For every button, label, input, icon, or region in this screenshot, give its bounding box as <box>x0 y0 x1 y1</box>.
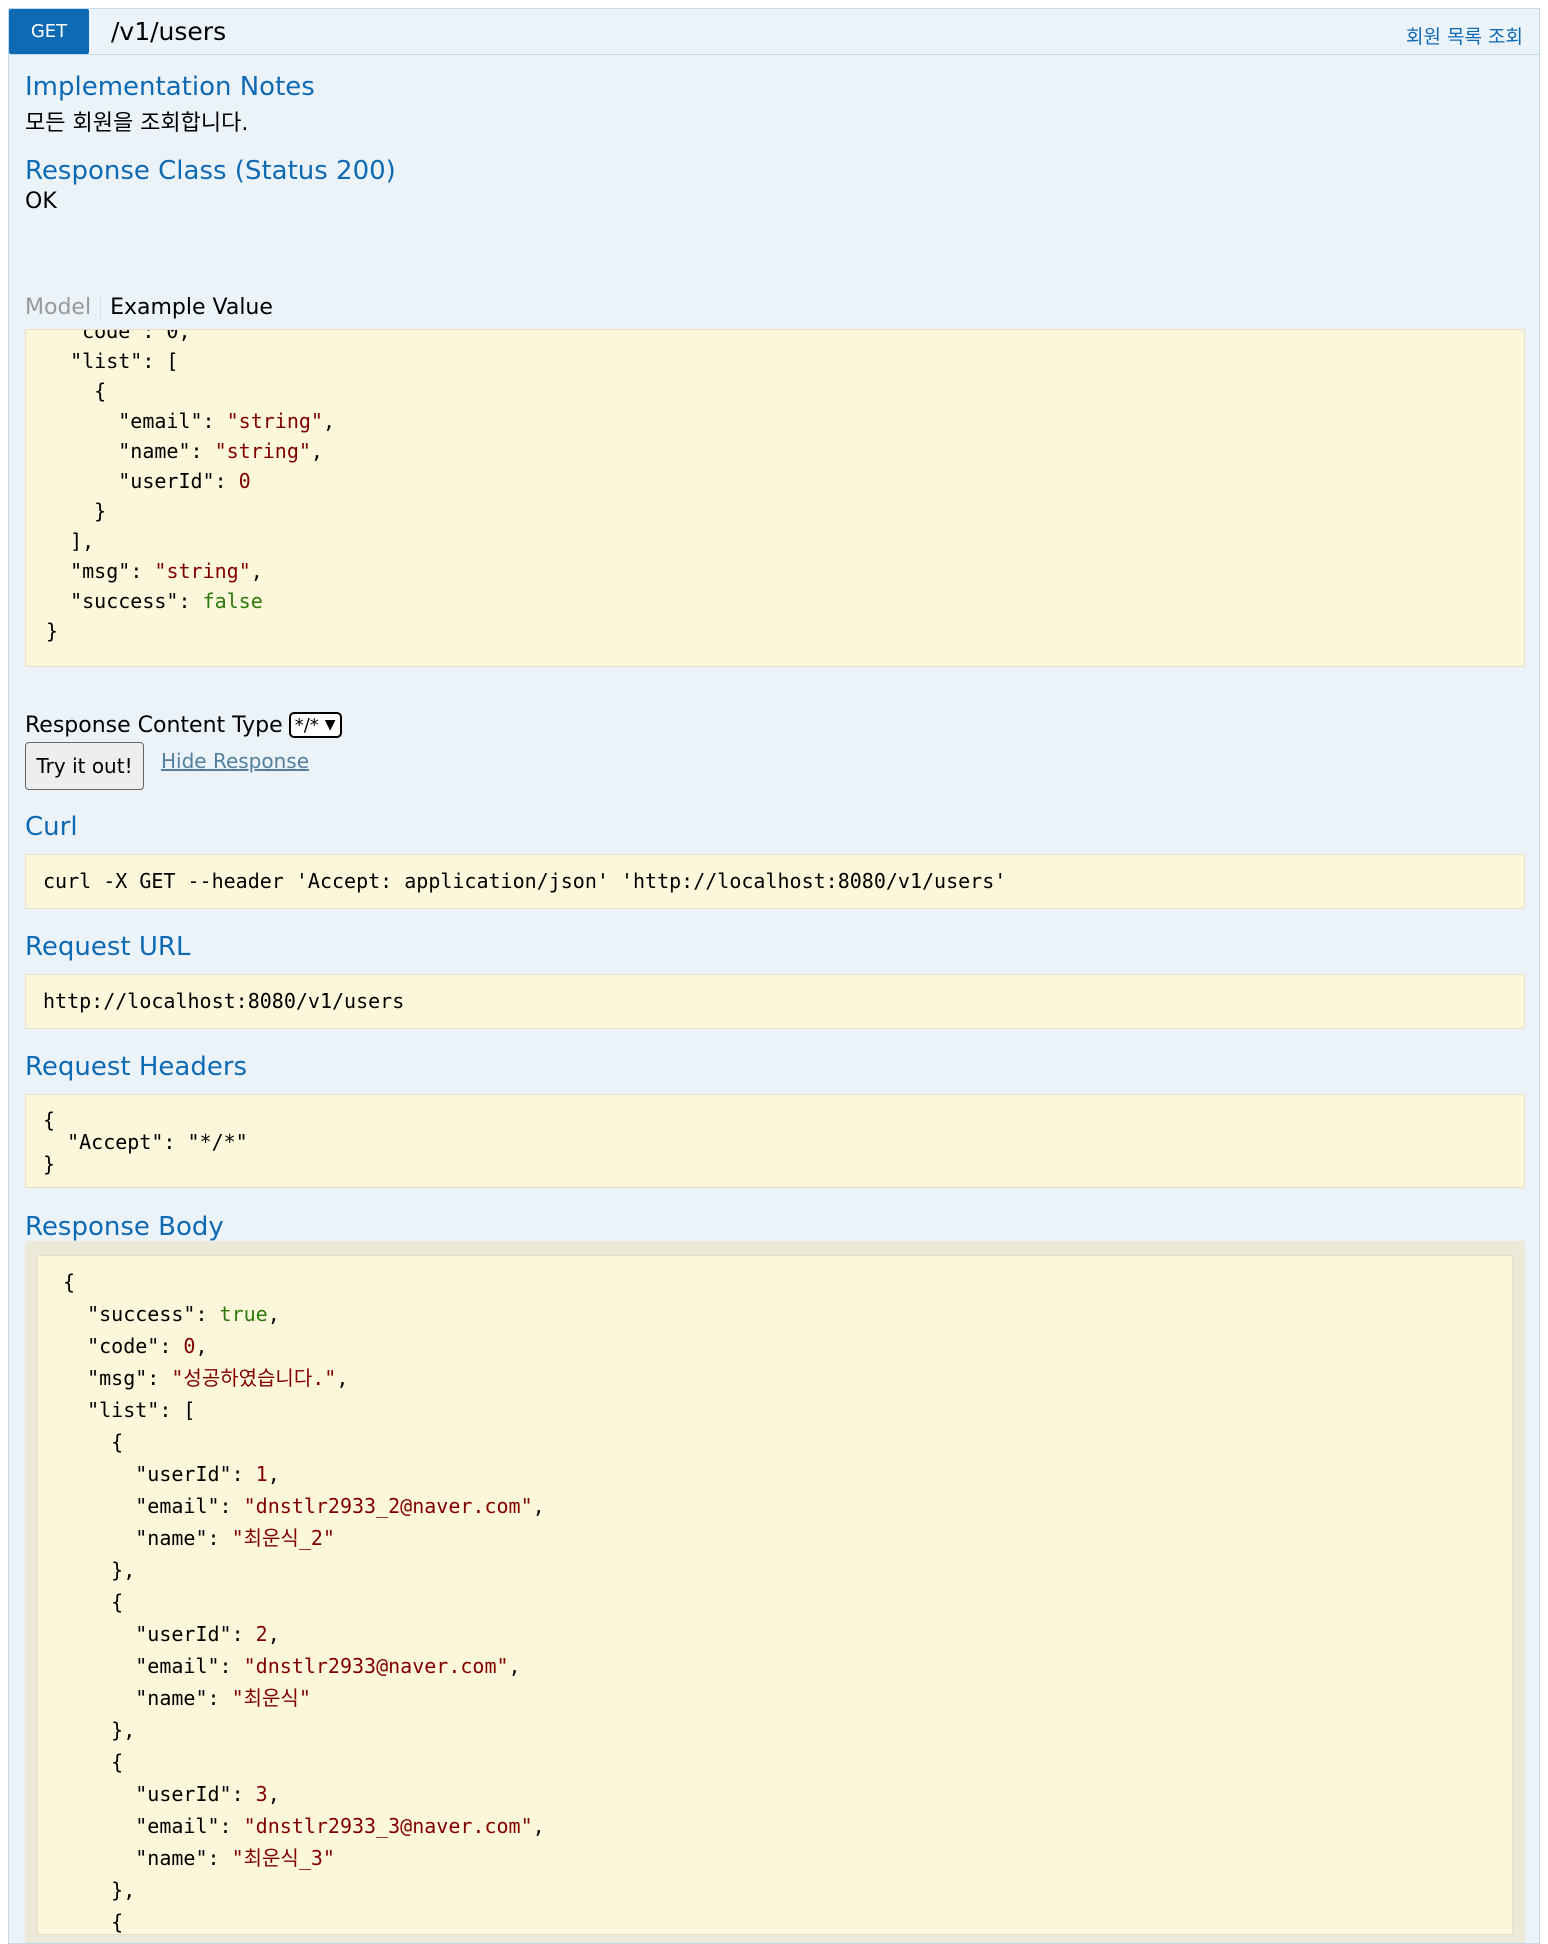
json-key: "userId" <box>118 469 215 493</box>
json-key: "msg" <box>70 559 131 583</box>
response-class-status: OK <box>25 189 57 214</box>
json-key: "success" <box>70 589 179 613</box>
request-headers-box: { "Accept": "*/*" } <box>25 1094 1525 1188</box>
response-content-type-select[interactable]: */* ▼ <box>288 712 342 738</box>
tab-example-value[interactable]: Example Value <box>101 295 273 320</box>
json-value: "string" <box>154 559 251 583</box>
json-value: 1 <box>255 1462 268 1486</box>
request-headers-code: { "Accept": "*/*" } <box>26 1095 1524 1175</box>
code-line: "list": [ <box>46 349 179 373</box>
json-value: "dnstlr2933@naver.com" <box>243 1654 509 1678</box>
implementation-notes-title: Implementation Notes <box>25 72 315 102</box>
example-value-code: "code": 0, "list": [ { "email": "string"… <box>26 329 1524 646</box>
json-value: "dnstlr2933_2@naver.com" <box>243 1494 533 1518</box>
json-value: "최운식_2" <box>231 1526 335 1550</box>
request-url-title: Request URL <box>25 932 191 962</box>
hide-response-link[interactable]: Hide Response <box>161 749 309 773</box>
operation-heading[interactable]: GET /v1/users 회원 목록 조회 <box>9 9 1539 55</box>
json-value: 2 <box>255 1622 268 1646</box>
response-body-title: Response Body <box>25 1212 224 1242</box>
request-url-box: http://localhost:8080/v1/users <box>25 974 1525 1029</box>
try-it-out-button[interactable]: Try it out! <box>25 742 144 790</box>
json-value: "성공하였습니다." <box>171 1366 337 1390</box>
code-line: } <box>43 1152 56 1176</box>
code-line: } <box>46 619 59 643</box>
code-line: ], <box>46 529 95 553</box>
json-value: 3 <box>255 1782 268 1806</box>
request-headers-title: Request Headers <box>25 1052 248 1082</box>
json-value: "최운식" <box>231 1686 311 1710</box>
response-class-title: Response Class (Status 200) <box>25 156 396 186</box>
example-value-box: "code": 0, "list": [ { "email": "string"… <box>25 329 1525 667</box>
json-value: "dnstlr2933_3@naver.com" <box>243 1814 533 1838</box>
curl-title: Curl <box>25 812 78 842</box>
json-value: true <box>219 1302 268 1326</box>
response-content-type: Response Content Type */* ▼ <box>25 712 342 738</box>
implementation-notes-text: 모든 회원을 조회합니다. <box>25 111 249 136</box>
endpoint-summary[interactable]: 회원 목록 조회 <box>1406 22 1523 49</box>
code-line: { <box>43 1108 56 1132</box>
json-value: 0 <box>183 1334 196 1358</box>
model-tabs: Model Example Value <box>25 287 273 327</box>
json-key: "email" <box>118 409 203 433</box>
json-value: "string" <box>226 409 323 433</box>
http-method-badge[interactable]: GET <box>9 9 89 54</box>
json-value: false <box>202 589 263 613</box>
response-content-type-label: Response Content Type <box>25 712 283 738</box>
json-key: "name" <box>118 439 191 463</box>
operation-panel: GET /v1/users 회원 목록 조회 Implementation No… <box>8 8 1540 1944</box>
chevron-down-icon: ▼ <box>324 717 336 733</box>
code-line: "code": 0, <box>46 329 191 343</box>
tab-model[interactable]: Model <box>25 294 102 320</box>
response-body-box: { "success": true, "code": 0, "msg": "성공… <box>37 1255 1513 1935</box>
request-url-value: http://localhost:8080/v1/users <box>43 989 405 1013</box>
curl-box: curl -X GET --header 'Accept: applicatio… <box>25 854 1525 909</box>
response-body-code: { "success": true, "code": 0, "msg": "성공… <box>63 1270 545 1934</box>
code-line: { <box>46 379 107 403</box>
json-value: 0 <box>238 469 251 493</box>
response-body-container[interactable]: { "success": true, "code": 0, "msg": "성공… <box>25 1241 1525 1943</box>
code-line: } <box>46 499 107 523</box>
json-value: "최운식_3" <box>231 1846 335 1870</box>
endpoint-path[interactable]: /v1/users <box>111 17 226 46</box>
curl-command: curl -X GET --header 'Accept: applicatio… <box>43 869 1007 893</box>
code-line: "Accept": "*/*" <box>43 1130 248 1154</box>
select-value: */* <box>294 714 319 736</box>
json-value: "string" <box>214 439 311 463</box>
